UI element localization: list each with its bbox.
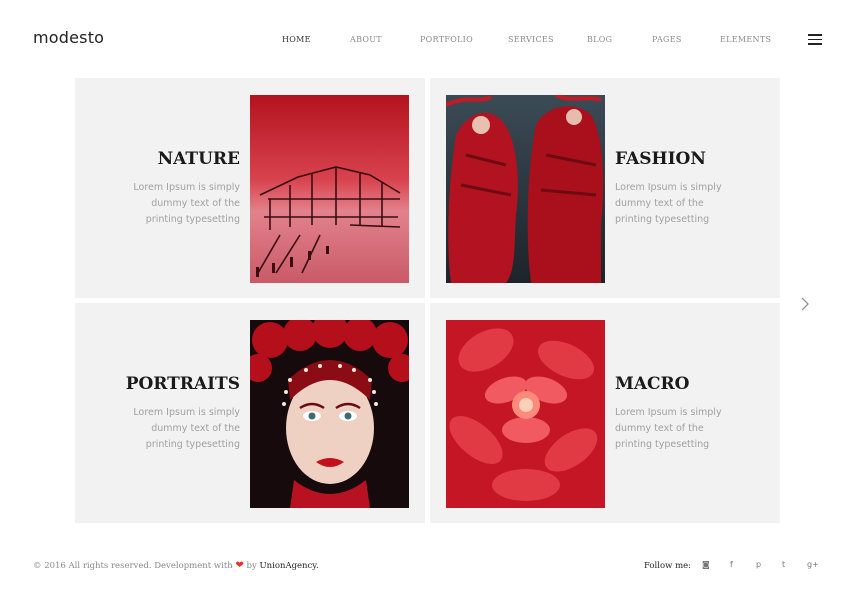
tile-fashion[interactable]: FASHION Lorem Ipsum is simply dummy text… <box>430 78 780 298</box>
tile-nature[interactable]: NATURE Lorem Ipsum is simply dummy text … <box>75 78 425 298</box>
footer-copyright: © 2016 All rights reserved. Development … <box>33 560 319 571</box>
twitter-icon[interactable]: t <box>782 560 785 569</box>
tile-title: MACRO <box>615 374 690 394</box>
union-agency-link[interactable]: UnionAgency. <box>260 561 319 571</box>
by-text: by <box>246 561 257 571</box>
tile-description: Lorem Ipsum is simply dummy text of the … <box>615 407 722 450</box>
main-nav: HOME ABOUT PORTFOLIO SERVICES BLOG PAGES… <box>0 35 853 47</box>
tile-macro[interactable]: MACRO Lorem Ipsum is simply dummy text o… <box>430 303 780 523</box>
nature-pier-image[interactable] <box>250 95 409 283</box>
fashion-image[interactable] <box>446 95 605 283</box>
nav-pages[interactable]: PAGES <box>652 35 682 44</box>
hamburger-menu-icon[interactable] <box>808 34 822 45</box>
nav-elements[interactable]: ELEMENTS <box>720 35 771 44</box>
nav-home[interactable]: HOME <box>282 35 311 44</box>
tile-title: PORTRAITS <box>125 374 240 394</box>
google-plus-icon[interactable]: g+ <box>807 560 819 569</box>
nav-portfolio[interactable]: PORTFOLIO <box>420 35 473 44</box>
tile-title: NATURE <box>157 149 240 169</box>
pinterest-icon[interactable]: p <box>756 560 761 569</box>
instagram-icon[interactable]: ◙ <box>702 560 710 569</box>
next-arrow-icon[interactable] <box>800 296 810 311</box>
macro-flower-image[interactable] <box>446 320 605 508</box>
nav-services[interactable]: SERVICES <box>508 35 554 44</box>
tile-portraits[interactable]: PORTRAITS Lorem Ipsum is simply dummy te… <box>75 303 425 523</box>
tile-description: Lorem Ipsum is simply dummy text of the … <box>615 182 722 225</box>
follow-label: Follow me: <box>644 561 692 571</box>
nav-about[interactable]: ABOUT <box>350 35 382 44</box>
portrait-image[interactable] <box>250 320 409 508</box>
facebook-icon[interactable]: f <box>730 560 733 569</box>
tile-title: FASHION <box>615 149 706 169</box>
heart-icon: ❤ <box>235 560 244 571</box>
tile-description: Lorem Ipsum is simply dummy text of the … <box>133 407 240 450</box>
nav-blog[interactable]: BLOG <box>587 35 612 44</box>
copyright-text: © 2016 All rights reserved. Development … <box>33 561 233 571</box>
tile-description: Lorem Ipsum is simply dummy text of the … <box>133 182 240 225</box>
